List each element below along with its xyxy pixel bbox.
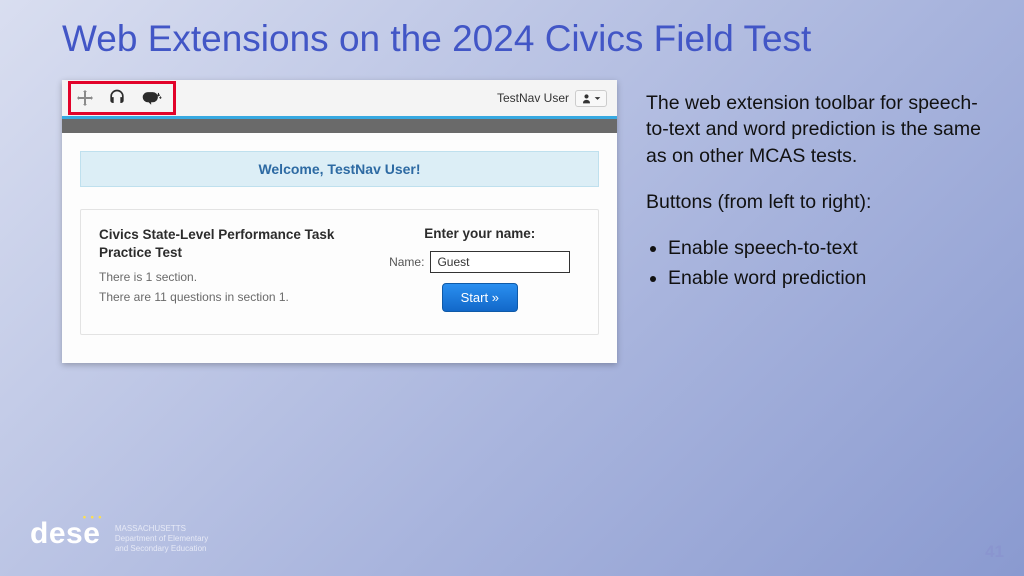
logo-dots-icon: • • • [83, 513, 102, 522]
explain-paragraph-1: The web extension toolbar for speech-to-… [646, 90, 986, 169]
user-menu-button[interactable] [575, 90, 607, 107]
question-count: There are 11 questions in section 1. [99, 290, 364, 304]
explain-bullets: Enable speech-to-text Enable word predic… [646, 235, 986, 291]
test-title: Civics State-Level Performance Task Prac… [99, 226, 364, 262]
extension-toolbar-highlight [68, 81, 176, 115]
headset-icon[interactable] [107, 88, 127, 108]
chevron-down-icon [594, 95, 601, 102]
move-icon [77, 90, 93, 106]
logo-subtext: MASSACHUSETTS Department of Elementary a… [115, 524, 208, 554]
logo-brand: dese • • • [30, 519, 100, 549]
slide-title: Web Extensions on the 2024 Civics Field … [62, 18, 811, 60]
testnav-screenshot: TestNav User Welcome, TestNav User! Civi… [62, 80, 617, 363]
page-number: 41 [985, 542, 1004, 562]
screenshot-body: Welcome, TestNav User! Civics State-Leve… [62, 133, 617, 345]
test-panel: Civics State-Level Performance Task Prac… [80, 209, 599, 335]
explain-paragraph-2: Buttons (from left to right): [646, 189, 986, 215]
divider-gray [62, 119, 617, 133]
bullet-word-prediction: Enable word prediction [668, 265, 986, 291]
slide: Web Extensions on the 2024 Civics Field … [0, 0, 1024, 576]
welcome-banner: Welcome, TestNav User! [80, 151, 599, 187]
explanation-text: The web extension toolbar for speech-to-… [646, 90, 986, 294]
dese-logo: dese • • • MASSACHUSETTS Department of E… [30, 519, 208, 554]
user-label: TestNav User [497, 91, 569, 105]
screenshot-topbar: TestNav User [62, 80, 617, 116]
name-input[interactable] [430, 251, 570, 273]
topbar-user: TestNav User [497, 90, 607, 107]
name-label: Name: [389, 255, 424, 269]
word-prediction-icon[interactable] [141, 88, 163, 108]
user-icon [581, 93, 592, 104]
name-entry: Enter your name: Name: Start » [380, 226, 580, 312]
test-info: Civics State-Level Performance Task Prac… [99, 226, 364, 312]
bullet-speech-to-text: Enable speech-to-text [668, 235, 986, 261]
name-row: Name: [380, 251, 580, 273]
start-button[interactable]: Start » [442, 283, 518, 312]
enter-name-label: Enter your name: [380, 226, 580, 241]
section-count: There is 1 section. [99, 270, 364, 284]
